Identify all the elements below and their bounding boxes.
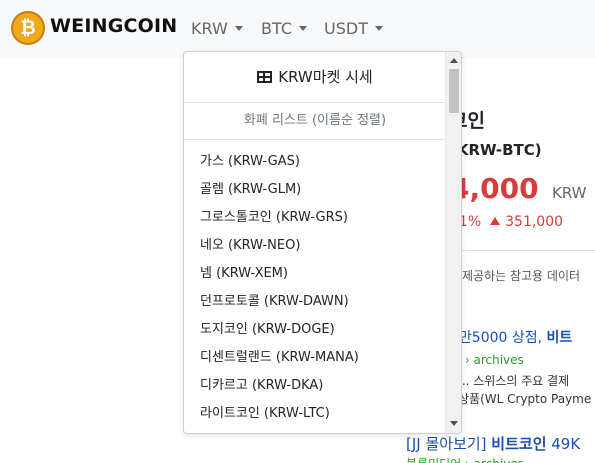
- coin-list-item[interactable]: 가스 (KRW-GAS): [184, 148, 446, 176]
- news-link-2[interactable]: [JJ 몰아보기] 비트코인 49K: [406, 433, 580, 454]
- scroll-up-arrow-icon[interactable]: [450, 58, 458, 63]
- coin-list-item[interactable]: 넴 (KRW-XEM): [184, 260, 446, 288]
- caret-down-icon: [374, 26, 383, 31]
- page: ₿ WEINGCOIN KRW BTC USDT 코인 (KRW-BTC) 4,…: [0, 0, 595, 463]
- price-change: 61% 351,000: [450, 214, 563, 230]
- coin-list-item[interactable]: 도지코인 (KRW-DOGE): [184, 316, 446, 344]
- reference-note: 제공하는 참고용 데이터: [462, 269, 581, 283]
- nav-market-btc-label: BTC: [261, 19, 292, 38]
- scroll-down-arrow-icon[interactable]: [450, 421, 458, 426]
- coin-list-item[interactable]: 던프로토콜 (KRW-DAWN): [184, 288, 446, 316]
- scrollbar-thumb[interactable]: [449, 69, 459, 113]
- caret-down-icon: [234, 26, 243, 31]
- news-1-snippet-line-1: ... 스위스의 주요 결제: [458, 374, 570, 388]
- logo-glyph: ₿: [20, 17, 36, 39]
- news-2-title-suffix: 49K: [546, 435, 581, 453]
- coin-list-item[interactable]: 디카르고 (KRW-DKA): [184, 372, 446, 400]
- nav-market-usdt-label: USDT: [324, 19, 368, 38]
- coin-list-item[interactable]: 라이트코인 (KRW-LTC): [184, 400, 446, 428]
- table-icon: [257, 71, 273, 83]
- triangle-up-icon: [490, 217, 501, 225]
- dropdown-divider: [184, 139, 446, 140]
- dropdown-header: KRW마켓 시세: [184, 52, 446, 102]
- news-2-title-prefix: [JJ 몰아보기]: [406, 435, 492, 453]
- news-1-title-bold: 비트: [546, 330, 573, 346]
- nav-market-krw-label: KRW: [191, 19, 228, 38]
- coin-list-item[interactable]: 그로스톨코인 (KRW-GRS): [184, 204, 446, 232]
- nav-market-usdt[interactable]: USDT: [324, 19, 383, 38]
- coin-price: 4,000: [450, 172, 539, 205]
- coin-code: (KRW-BTC): [450, 141, 542, 159]
- news-1-title-prefix: 3만5000 상점,: [450, 330, 547, 346]
- coin-list-item[interactable]: 골렘 (KRW-GLM): [184, 176, 446, 204]
- news-2-source[interactable]: 블록미디어 › archives: [406, 455, 524, 463]
- news-link-1[interactable]: 3만5000 상점, 비트: [450, 327, 572, 347]
- brand-name[interactable]: WEINGCOIN: [50, 15, 177, 37]
- coin-list: 가스 (KRW-GAS) 골렘 (KRW-GLM) 그로스톨코인 (KRW-GR…: [184, 148, 446, 428]
- divider: [445, 250, 595, 251]
- nav-market-btc[interactable]: BTC: [261, 19, 307, 38]
- krw-market-dropdown: KRW마켓 시세 화폐 리스트 (이름순 정렬) 가스 (KRW-GAS) 골렘…: [183, 51, 462, 434]
- caret-down-icon: [298, 26, 307, 31]
- nav-market-krw[interactable]: KRW: [191, 19, 243, 38]
- price-unit: KRW: [552, 184, 587, 202]
- dropdown-header-label: KRW마켓 시세: [278, 68, 373, 86]
- coin-list-item[interactable]: 네오 (KRW-NEO): [184, 232, 446, 260]
- dropdown-subheader: 화폐 리스트 (이름순 정렬): [243, 113, 387, 128]
- top-navbar: ₿ WEINGCOIN KRW BTC USDT: [0, 0, 595, 58]
- bitcoin-logo-icon[interactable]: ₿: [11, 11, 45, 45]
- change-amount: 351,000: [505, 214, 564, 230]
- coin-list-item[interactable]: 디센트럴랜드 (KRW-MANA): [184, 344, 446, 372]
- dropdown-scrollbar[interactable]: [445, 52, 461, 433]
- news-1-snippet-line-2: 상품(WL Crypto Payme: [458, 392, 592, 406]
- news-2-title-bold: 비트코인: [491, 435, 547, 453]
